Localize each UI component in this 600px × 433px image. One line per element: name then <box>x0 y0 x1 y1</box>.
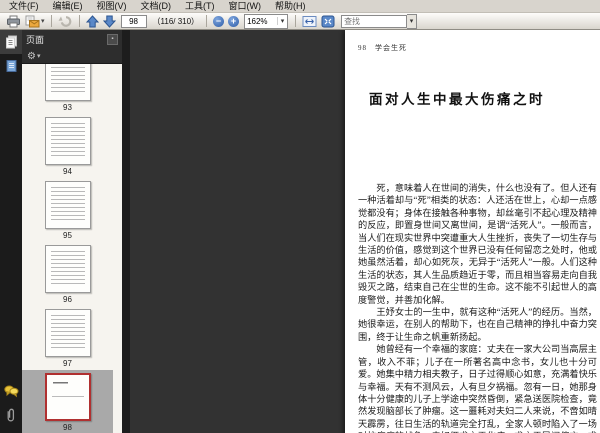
thumbnail-page-number: 94 <box>63 167 72 176</box>
arrow-up-icon <box>85 14 99 28</box>
page-position-label: （116/ 310） <box>152 16 200 26</box>
comments-icon <box>3 385 19 398</box>
attachments-panel-button[interactable] <box>0 403 22 427</box>
find-box: ▾ <box>341 13 418 29</box>
thumbnail-page-preview[interactable] <box>44 373 91 421</box>
page-number-input[interactable] <box>120 14 147 28</box>
pdf-reader-window: 文件(F) 编辑(E) 视图(V) 文档(D) 工具(T) 窗口(W) 帮助(H) ▾ <box>0 0 600 433</box>
body-paragraph: 她曾经有一个幸福的家庭：丈夫在一家大公司当高层主管，收入不菲；儿子在一所著名高中… <box>358 344 597 433</box>
toolbar-separator <box>50 15 52 27</box>
bookmarks-icon <box>5 59 18 73</box>
previous-view-icon <box>58 15 73 28</box>
paperclip-icon <box>5 408 17 423</box>
chevron-down-icon[interactable]: ▾ <box>407 13 418 29</box>
fullscreen-icon <box>321 15 335 28</box>
pages-panel: 页面 ▪ ⚙ ▾ 93 94 95 96 97 98 <box>22 30 145 433</box>
chevron-down-icon: ▾ <box>277 17 287 25</box>
email-document-icon <box>25 15 40 28</box>
fullscreen-button[interactable] <box>319 14 337 29</box>
zoom-out-button[interactable]: − <box>213 15 225 27</box>
arrow-down-icon <box>102 15 116 28</box>
fit-width-icon <box>302 15 317 28</box>
strip-bottom-group <box>0 379 22 433</box>
menu-item[interactable]: 帮助(H) <box>268 0 313 13</box>
comments-panel-button[interactable] <box>0 379 22 403</box>
page-thumbnail[interactable]: 98 <box>22 370 113 433</box>
gear-icon[interactable]: ⚙ <box>27 49 36 64</box>
printer-icon <box>6 15 21 28</box>
page-thumbnail[interactable]: 97 <box>22 306 113 370</box>
menu-item[interactable]: 文件(F) <box>2 0 46 13</box>
navigation-icon-strip <box>0 30 22 433</box>
thumbnail-page-preview[interactable] <box>44 117 91 165</box>
page-thumbnail[interactable]: 93 <box>22 64 113 114</box>
menu-item[interactable]: 窗口(W) <box>222 0 269 13</box>
toolbar: ▾ （116/ 310） − + ▾ <box>0 13 600 30</box>
page-thumbnail[interactable]: 95 <box>22 178 113 242</box>
menu-item[interactable]: 编辑(E) <box>46 0 90 13</box>
previous-page-button[interactable] <box>84 14 101 29</box>
toolbar-separator <box>206 15 208 27</box>
menu-item[interactable]: 工具(T) <box>178 0 222 13</box>
zoom-in-button[interactable]: + <box>228 15 240 27</box>
toolbar-separator <box>295 15 297 27</box>
body-paragraph: 死，意味着人在世间的消失，什么也没有了。但人还有一种活着却与“死”相类的状态：人… <box>358 183 597 305</box>
thumbnail-page-preview[interactable] <box>44 64 91 101</box>
running-header: 98 学会生死 <box>358 43 407 53</box>
email-share-button[interactable]: ▾ <box>23 14 47 29</box>
menu-bar: 文件(F) 编辑(E) 视图(V) 文档(D) 工具(T) 窗口(W) 帮助(H) <box>0 0 600 13</box>
thumbnail-page-preview[interactable] <box>44 309 91 357</box>
running-header-book-title: 学会生死 <box>375 44 407 52</box>
page-thumbnail[interactable]: 94 <box>22 114 113 178</box>
thumbnail-page-preview[interactable] <box>44 245 91 293</box>
panel-resize-divider[interactable] <box>122 30 130 433</box>
menu-item[interactable]: 文档(D) <box>134 0 179 13</box>
panel-menu-button[interactable]: ▪ <box>107 34 118 45</box>
thumbnail-page-preview[interactable] <box>44 181 91 229</box>
bookmarks-panel-button[interactable] <box>0 54 22 78</box>
thumbnail-text-lines <box>50 315 85 351</box>
body-paragraph: 王妤女士的一生中，就有这种“活死人”的经历。当然，她很幸运，在别人的帮助下，也在… <box>358 307 597 342</box>
thumbnail-text-lines <box>50 123 85 159</box>
next-page-button[interactable] <box>101 14 118 29</box>
thumbnail-text-lines <box>51 380 84 414</box>
pages-panel-button[interactable] <box>0 30 22 54</box>
zoom-level-input[interactable] <box>245 15 278 27</box>
pages-panel-header: 页面 ▪ <box>22 30 122 49</box>
thumbnail-page-number: 93 <box>63 103 72 112</box>
chapter-title: 面对人生中最大伤痛之时 <box>369 92 545 107</box>
body-text: 死，意味着人在世间的消失，什么也没有了。但人还有一种活着却与“死”相类的状态：人… <box>358 182 597 433</box>
thumbnail-page-number: 97 <box>63 359 72 368</box>
running-header-page-number: 98 <box>358 44 367 52</box>
thumbnail-text-lines <box>50 251 85 287</box>
find-input[interactable] <box>341 14 408 28</box>
menu-item[interactable]: 视图(V) <box>90 0 134 13</box>
panel-options-row: ⚙ ▾ <box>22 49 122 64</box>
panel-title: 页面 <box>26 35 45 45</box>
document-view[interactable]: 98 学会生死 面对人生中最大伤痛之时 死，意味着人在世间的消失，什么也没有了。但… <box>130 30 600 433</box>
chevron-down-icon: ▾ <box>41 17 45 25</box>
zoom-level-combo[interactable]: ▾ <box>244 13 289 29</box>
thumbnail-text-lines <box>50 64 85 95</box>
thumbnail-page-number: 95 <box>63 231 72 240</box>
page-thumbnail[interactable]: 96 <box>22 242 113 306</box>
previous-view-button-disabled[interactable] <box>56 14 75 29</box>
chevron-down-icon: ▾ <box>36 52 41 60</box>
fit-width-button[interactable] <box>300 14 319 29</box>
thumbnail-list: 93 94 95 96 97 98 <box>22 64 113 433</box>
thumbnail-text-lines <box>50 187 85 223</box>
thumbnail-page-number: 96 <box>63 295 72 304</box>
print-button[interactable] <box>4 14 23 29</box>
pages-icon <box>5 35 18 49</box>
document-page: 98 学会生死 面对人生中最大伤痛之时 死，意味着人在世间的消失，什么也没有了。但… <box>345 30 600 433</box>
thumbnail-page-number: 98 <box>63 423 72 432</box>
toolbar-separator <box>78 15 80 27</box>
